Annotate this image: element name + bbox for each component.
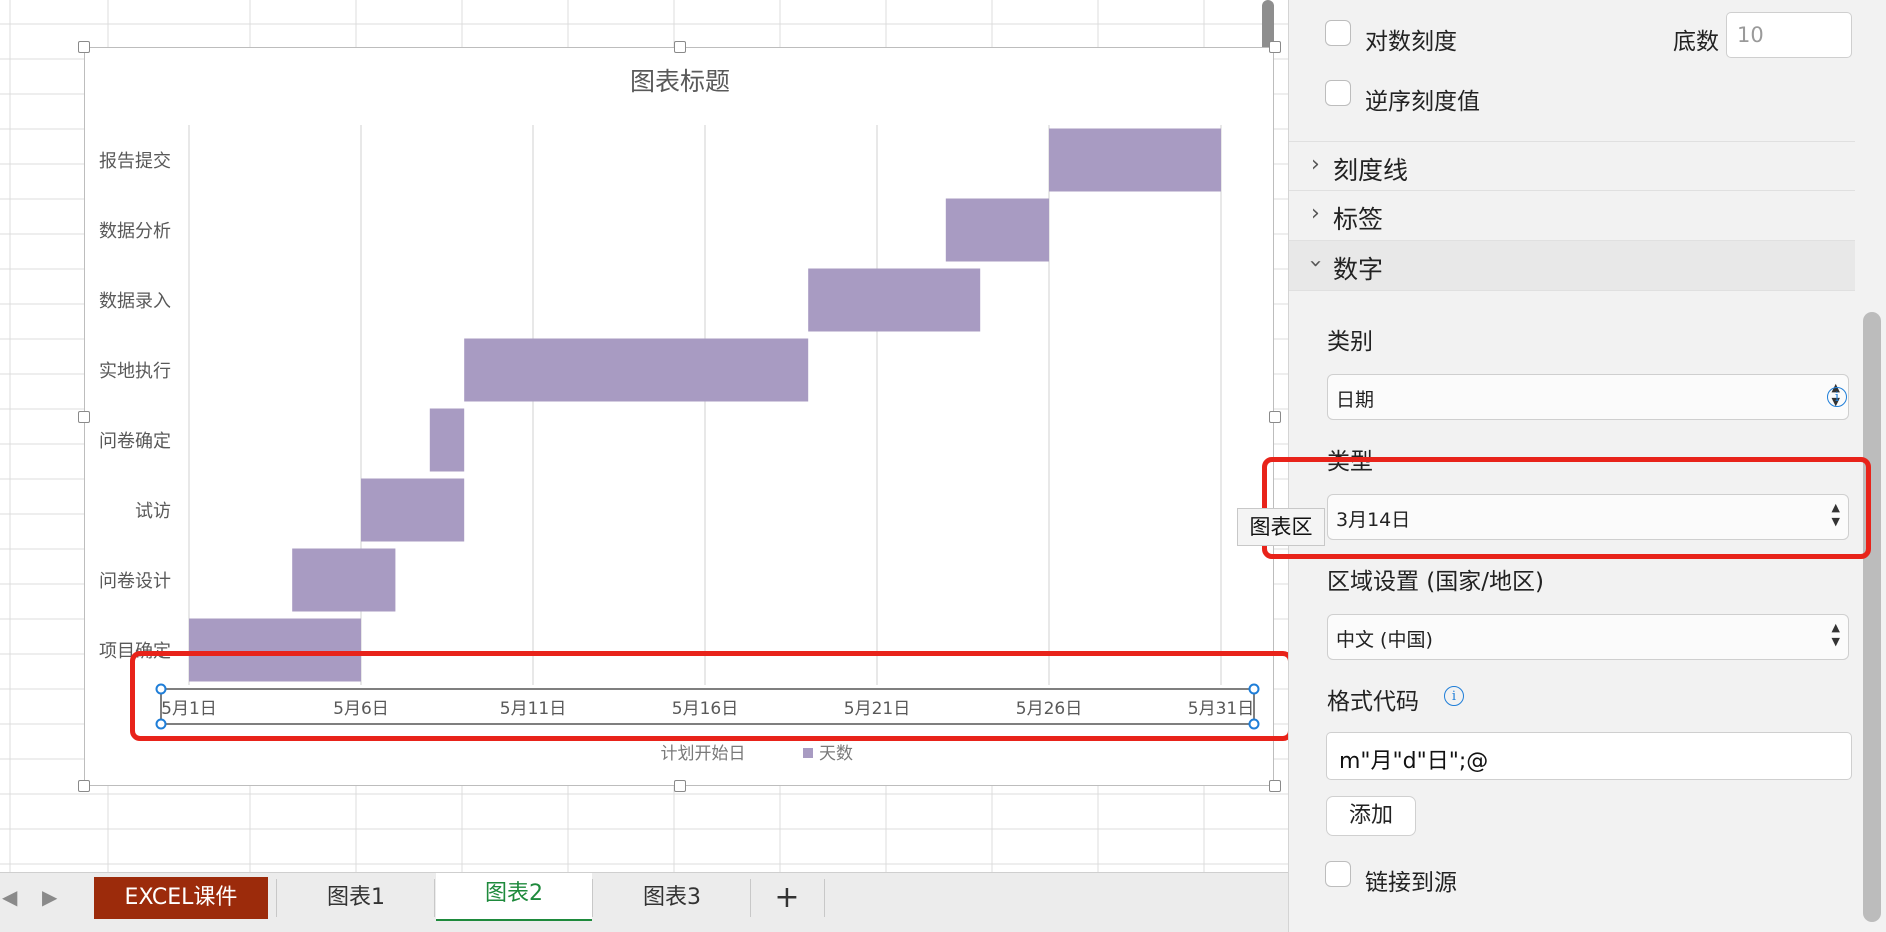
spreadsheet-grid[interactable]: 图表标题 报告提交 数据分析 数据录入 实地执行 问卷确定 试访 问卷设计 项目确定 5月1日… — [0, 0, 1288, 872]
format-code-label: 格式代码 — [1327, 689, 1419, 715]
chart-legend[interactable]: 计划开始日 天数 — [661, 744, 854, 764]
tab-separator — [434, 879, 435, 917]
legend-series2-swatch — [803, 748, 813, 758]
base-label: 底数 — [1673, 29, 1719, 55]
section-tick-marks-title: 刻度线 — [1333, 156, 1409, 185]
category-axis-labels: 报告提交数据分析数据录入实地执行问卷确定试访问卷设计项目确定 — [99, 151, 171, 662]
category-select-value: 日期 — [1336, 389, 1375, 411]
type-highlight-box — [1262, 457, 1871, 559]
log-scale-label: 对数刻度 — [1365, 29, 1457, 55]
resize-handle-mr[interactable] — [1269, 411, 1281, 423]
section-labels[interactable]: › 标签 — [1289, 191, 1855, 241]
log-scale-checkbox[interactable] — [1325, 20, 1351, 46]
reverse-order-checkbox[interactable] — [1325, 80, 1351, 106]
gantt-bar[interactable] — [945, 198, 1049, 262]
resize-handle-bm[interactable] — [674, 780, 686, 792]
section-number[interactable]: › 数字 — [1289, 241, 1855, 291]
category-select[interactable]: 日期 ▲ ▼ — [1327, 374, 1849, 420]
format-code-input[interactable]: m"月"d"日";@ — [1326, 732, 1852, 780]
format-code-value: m"月"d"日";@ — [1339, 749, 1489, 774]
section-tick-marks[interactable]: › 刻度线 — [1289, 141, 1855, 191]
tab-chart3[interactable]: 图表3 — [594, 877, 750, 919]
base-input-value: 10 — [1737, 23, 1764, 47]
tab-next-arrow-icon[interactable]: ▶ — [42, 885, 57, 909]
tab-separator — [592, 879, 593, 917]
gantt-bar[interactable] — [361, 478, 465, 542]
category-label: 数据分析 — [99, 221, 171, 242]
locale-label: 区域设置 (国家/地区) — [1327, 569, 1545, 595]
tab-chart2[interactable]: 图表2 — [436, 873, 592, 921]
tab-prev-arrow-icon[interactable]: ◀ — [2, 885, 17, 909]
tab-separator — [276, 879, 277, 917]
panel-scrollbar[interactable] — [1863, 312, 1881, 922]
category-label: 问卷设计 — [99, 571, 171, 592]
section-labels-title: 标签 — [1333, 205, 1384, 234]
locale-select[interactable]: 中文 (中国) ▲ ▼ — [1327, 614, 1849, 660]
category-label: 数据录入 — [99, 291, 171, 312]
updown-arrow-icon: ▲ ▼ — [1831, 621, 1840, 648]
resize-handle-ml[interactable] — [78, 411, 90, 423]
gantt-bar[interactable] — [808, 268, 981, 332]
axis-highlight-box — [130, 651, 1288, 741]
tab-excel-course[interactable]: EXCEL课件 — [94, 877, 268, 919]
category-label: 问卷确定 — [99, 431, 171, 452]
link-to-source-checkbox[interactable] — [1325, 861, 1351, 887]
category-label: 实地执行 — [99, 361, 171, 382]
locale-select-value: 中文 (中国) — [1336, 629, 1433, 651]
link-to-source-label: 链接到源 — [1365, 870, 1457, 896]
reverse-order-label: 逆序刻度值 — [1365, 89, 1480, 115]
resize-handle-tr[interactable] — [1269, 41, 1281, 53]
category-label: 类别 — [1327, 329, 1373, 355]
section-number-title: 数字 — [1333, 255, 1384, 284]
legend-series1-label: 计划开始日 — [661, 744, 746, 764]
resize-handle-tm[interactable] — [674, 41, 686, 53]
info-icon[interactable]: i — [1827, 387, 1847, 407]
gantt-bar[interactable] — [292, 548, 396, 612]
gantt-bar[interactable] — [429, 408, 465, 472]
chevron-right-icon: › — [1311, 201, 1320, 226]
resize-handle-bl[interactable] — [78, 780, 90, 792]
info-icon[interactable]: i — [1444, 686, 1464, 706]
tab-chart1[interactable]: 图表1 — [278, 877, 434, 919]
chart-title[interactable]: 图表标题 — [630, 68, 730, 96]
chevron-down-icon: › — [1302, 259, 1328, 268]
resize-handle-br[interactable] — [1269, 780, 1281, 792]
sheet-tab-bar: ◀ ▶ EXCEL课件 图表1 图表2 图表3 + — [0, 872, 1288, 932]
chart-area-tooltip: 图表区 — [1237, 508, 1325, 546]
base-input[interactable]: 10 — [1726, 12, 1852, 58]
tab-separator — [824, 879, 825, 917]
category-label: 报告提交 — [99, 151, 171, 172]
legend-series2-label: 天数 — [819, 744, 853, 764]
category-label: 试访 — [135, 501, 171, 522]
add-sheet-button[interactable]: + — [754, 877, 820, 919]
tab-separator — [750, 879, 751, 917]
chevron-right-icon: › — [1311, 152, 1320, 177]
resize-handle-tl[interactable] — [78, 41, 90, 53]
gantt-bar[interactable] — [1049, 128, 1221, 192]
add-button[interactable]: 添加 — [1326, 796, 1416, 836]
gantt-bar[interactable] — [464, 338, 809, 402]
